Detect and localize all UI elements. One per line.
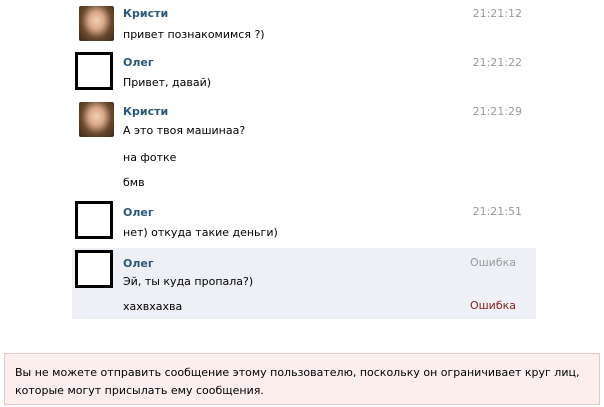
message-text: нет) откуда такие деньги) [123,226,278,239]
message-item: Кристи 21:21:29 А это твоя машинаа? на ф… [72,98,536,196]
message-time: 21:21:29 [472,105,522,118]
avatar[interactable] [79,6,114,41]
message-text: А это твоя машинаа? [123,124,246,137]
avatar[interactable] [79,102,114,137]
message-time: 21:21:22 [472,56,522,69]
message-text: на фотке [123,151,177,164]
message-item-failed: Олег Ошибка Эй, ты куда пропала?) хахвха… [72,248,536,319]
restriction-notice: Вы не можете отправить сообщение этому п… [4,353,600,405]
message-time: 21:21:51 [472,205,522,218]
message-text: привет познакомимся ?) [123,28,265,41]
avatar[interactable] [75,201,113,239]
message-text: Привет, давай) [123,76,212,89]
message-error-status: Ошибка [469,256,516,269]
message-text: бмв [123,176,145,189]
message-time: 21:21:12 [472,7,522,20]
message-text: хахвхахва [123,300,183,313]
sender-name[interactable]: Кристи [123,105,168,118]
avatar[interactable] [75,250,113,288]
sender-name[interactable]: Кристи [123,7,168,20]
sender-name[interactable]: Олег [123,206,154,219]
line-error-status: Ошибка [469,299,516,312]
avatar[interactable] [75,52,113,90]
message-text: Эй, ты куда пропала?) [123,275,254,288]
message-item: Олег 21:21:22 Привет, давай) [72,48,536,98]
message-item: Олег 21:21:51 нет) откуда такие деньги) [72,198,536,248]
sender-name[interactable]: Олег [123,56,154,69]
message-item: Кристи 21:21:12 привет познакомимся ?) [72,0,536,48]
sender-name[interactable]: Олег [123,257,154,270]
